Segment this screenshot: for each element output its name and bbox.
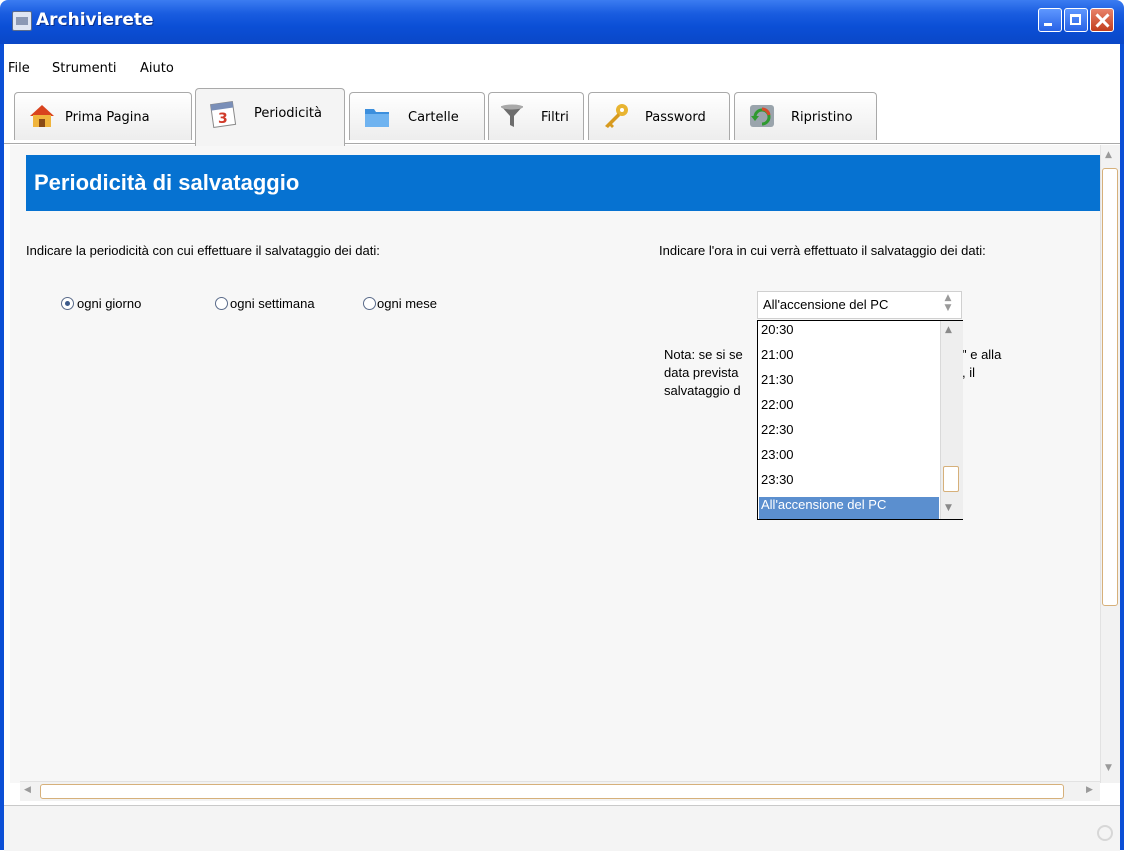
dropdown-scroll-thumb[interactable] bbox=[943, 466, 959, 492]
time-option-selected[interactable]: All'accensione del PC bbox=[759, 497, 939, 519]
menu-strumenti[interactable]: Strumenti bbox=[52, 61, 117, 76]
time-option[interactable]: 20:30 bbox=[759, 322, 939, 347]
vertical-scroll-thumb[interactable] bbox=[1102, 168, 1118, 606]
status-bar bbox=[4, 805, 1120, 851]
menu-aiuto[interactable]: Aiuto bbox=[140, 61, 174, 76]
horizontal-scroll-thumb[interactable] bbox=[40, 784, 1064, 799]
tab-cartelle[interactable]: Cartelle bbox=[349, 92, 485, 140]
note-line: salvataggio d bbox=[664, 383, 741, 398]
radio-label[interactable]: ogni mese bbox=[377, 296, 437, 311]
time-dropdown-list[interactable]: 20:30 21:00 21:30 22:00 22:30 23:00 23:3… bbox=[757, 320, 963, 520]
time-option[interactable]: 22:00 bbox=[759, 397, 939, 422]
minimize-button[interactable] bbox=[1038, 8, 1062, 32]
home-icon bbox=[30, 105, 54, 127]
tab-label: Cartelle bbox=[408, 110, 459, 125]
key-icon bbox=[605, 104, 628, 128]
menu-file[interactable]: File bbox=[8, 61, 30, 76]
frequency-label: Indicare la periodicità con cui effettua… bbox=[26, 243, 380, 258]
radio-label[interactable]: ogni giorno bbox=[77, 296, 141, 311]
combo-spinner-icon[interactable]: ▲ ▼ bbox=[941, 293, 955, 317]
svg-text:3: 3 bbox=[218, 111, 228, 127]
time-option[interactable]: 21:30 bbox=[759, 372, 939, 397]
window-frame-right bbox=[1120, 44, 1124, 850]
calendar-icon: 3 bbox=[210, 101, 237, 128]
tab-label: Password bbox=[645, 110, 706, 125]
title-bar[interactable]: Archivierete bbox=[0, 0, 1124, 44]
dropdown-scrollbar[interactable]: ▲ ▼ bbox=[940, 321, 963, 519]
radio-ogni-mese[interactable] bbox=[363, 297, 376, 310]
section-title: Periodicità di salvataggio bbox=[34, 170, 300, 195]
tab-label: Ripristino bbox=[791, 110, 853, 125]
scroll-right-icon[interactable]: ▶ bbox=[1086, 785, 1093, 795]
tab-password[interactable]: Password bbox=[588, 92, 730, 140]
scroll-down-icon[interactable]: ▼ bbox=[945, 503, 952, 513]
note-line: data prevista bbox=[664, 365, 739, 380]
tab-periodicita[interactable]: 3 Periodicità bbox=[195, 88, 345, 146]
scroll-up-icon[interactable]: ▲ bbox=[1105, 150, 1112, 160]
time-option[interactable]: 21:00 bbox=[759, 347, 939, 372]
time-label: Indicare l'ora in cui verrà effettuato i… bbox=[659, 243, 986, 258]
window-frame-left bbox=[0, 44, 4, 850]
app-icon bbox=[12, 11, 32, 31]
scroll-up-icon[interactable]: ▲ bbox=[945, 325, 952, 335]
note-line: , il bbox=[962, 365, 975, 380]
scroll-left-icon[interactable]: ◀ bbox=[24, 785, 31, 795]
note-line: Nota: se si se bbox=[664, 347, 743, 362]
tab-label: Prima Pagina bbox=[65, 110, 150, 125]
tab-filtri[interactable]: Filtri bbox=[488, 92, 584, 140]
time-option[interactable]: 22:30 bbox=[759, 422, 939, 447]
radio-label[interactable]: ogni settimana bbox=[230, 296, 315, 311]
funnel-icon bbox=[501, 104, 523, 127]
scroll-down-icon[interactable]: ▼ bbox=[1105, 763, 1112, 773]
window-title: Archivierete bbox=[36, 10, 154, 30]
radio-ogni-giorno[interactable] bbox=[61, 297, 74, 310]
note-line: " e alla bbox=[962, 347, 1002, 362]
time-option[interactable]: 23:30 bbox=[759, 472, 939, 497]
close-button[interactable] bbox=[1090, 8, 1114, 32]
radio-ogni-settimana[interactable] bbox=[215, 297, 228, 310]
restore-icon bbox=[750, 105, 774, 127]
tab-divider bbox=[4, 143, 1120, 144]
maximize-button[interactable] bbox=[1064, 8, 1088, 32]
tab-label: Filtri bbox=[541, 110, 569, 125]
folder-icon bbox=[365, 109, 389, 127]
tab-prima-pagina[interactable]: Prima Pagina bbox=[14, 92, 192, 140]
time-option[interactable]: 23:00 bbox=[759, 447, 939, 472]
tab-label: Periodicità bbox=[254, 106, 322, 121]
status-indicator-icon bbox=[1097, 825, 1113, 841]
time-combo-value: All'accensione del PC bbox=[763, 297, 889, 312]
tab-ripristino[interactable]: Ripristino bbox=[734, 92, 877, 140]
